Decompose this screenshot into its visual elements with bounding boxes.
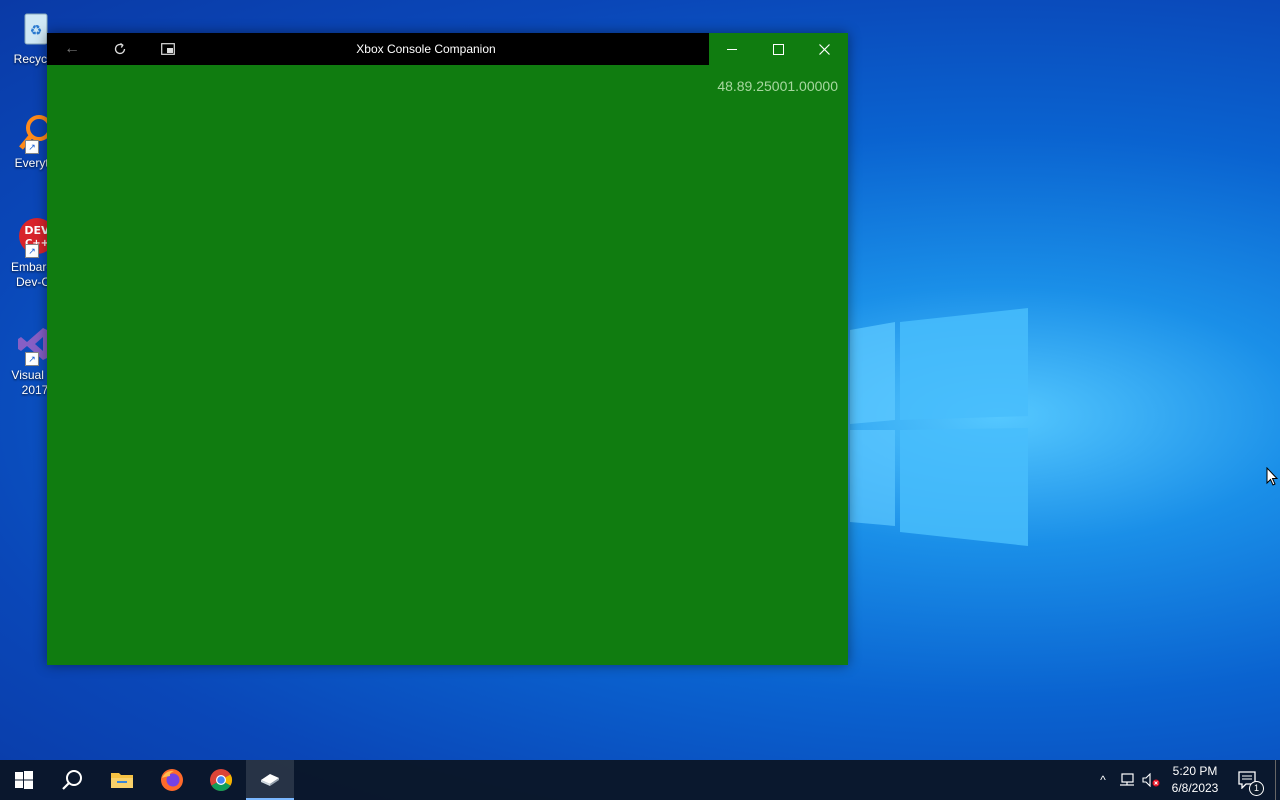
taskbar-xbox-console-companion[interactable] bbox=[246, 760, 294, 800]
title-bar[interactable]: ← Xbox Console Companion bbox=[47, 33, 848, 65]
taskbar-file-explorer[interactable] bbox=[98, 760, 146, 800]
taskbar-clock[interactable]: 5:20 PM 6/8/2023 bbox=[1160, 760, 1230, 800]
action-center-button[interactable]: 1 bbox=[1232, 760, 1264, 800]
maximize-button[interactable] bbox=[755, 33, 801, 65]
app-version-text: 48.89.25001.00000 bbox=[717, 78, 838, 94]
notification-count-badge: 1 bbox=[1249, 781, 1264, 796]
folder-icon bbox=[111, 773, 133, 788]
xbox-companion-app-icon bbox=[261, 774, 279, 786]
taskbar: ^ 5:20 PM 6/8/2023 1 bbox=[0, 760, 1280, 800]
windows-start-icon bbox=[15, 771, 33, 789]
window-title: Xbox Console Companion bbox=[356, 42, 496, 56]
windows-wallpaper-logo bbox=[850, 308, 1028, 546]
volume-muted-icon bbox=[1142, 773, 1160, 787]
show-desktop-divider[interactable] bbox=[1275, 760, 1276, 800]
shortcut-arrow-icon: ↗ bbox=[25, 140, 39, 154]
mouse-cursor-icon bbox=[1266, 467, 1278, 486]
shortcut-arrow-icon: ↗ bbox=[25, 352, 39, 366]
svg-text:♻: ♻ bbox=[30, 22, 43, 38]
app-splash-content: 48.89.25001.00000 bbox=[47, 65, 848, 665]
minimize-icon bbox=[727, 48, 737, 50]
caption-buttons bbox=[709, 33, 848, 65]
maximize-icon bbox=[772, 43, 784, 55]
shortcut-arrow-icon: ↗ bbox=[25, 244, 39, 258]
search-button[interactable] bbox=[48, 760, 96, 800]
clock-date: 6/8/2023 bbox=[1171, 781, 1219, 795]
taskbar-chrome[interactable] bbox=[197, 760, 245, 800]
close-icon bbox=[818, 43, 830, 55]
show-hidden-icons-button[interactable]: ^ bbox=[1092, 760, 1114, 800]
network-icon bbox=[1120, 773, 1134, 786]
search-icon bbox=[62, 770, 82, 790]
volume-tray-button[interactable] bbox=[1140, 760, 1162, 800]
minimize-button[interactable] bbox=[709, 33, 755, 65]
clock-time: 5:20 PM bbox=[1172, 764, 1218, 778]
network-tray-button[interactable] bbox=[1116, 760, 1138, 800]
firefox-icon bbox=[161, 769, 183, 791]
chevron-up-icon: ^ bbox=[1100, 773, 1106, 787]
start-button[interactable] bbox=[0, 760, 48, 800]
xbox-console-companion-window: ← Xbox Console Companion 48.89.25001.000… bbox=[47, 33, 848, 665]
taskbar-firefox[interactable] bbox=[148, 760, 196, 800]
close-button[interactable] bbox=[801, 33, 847, 65]
chrome-icon bbox=[210, 769, 232, 791]
